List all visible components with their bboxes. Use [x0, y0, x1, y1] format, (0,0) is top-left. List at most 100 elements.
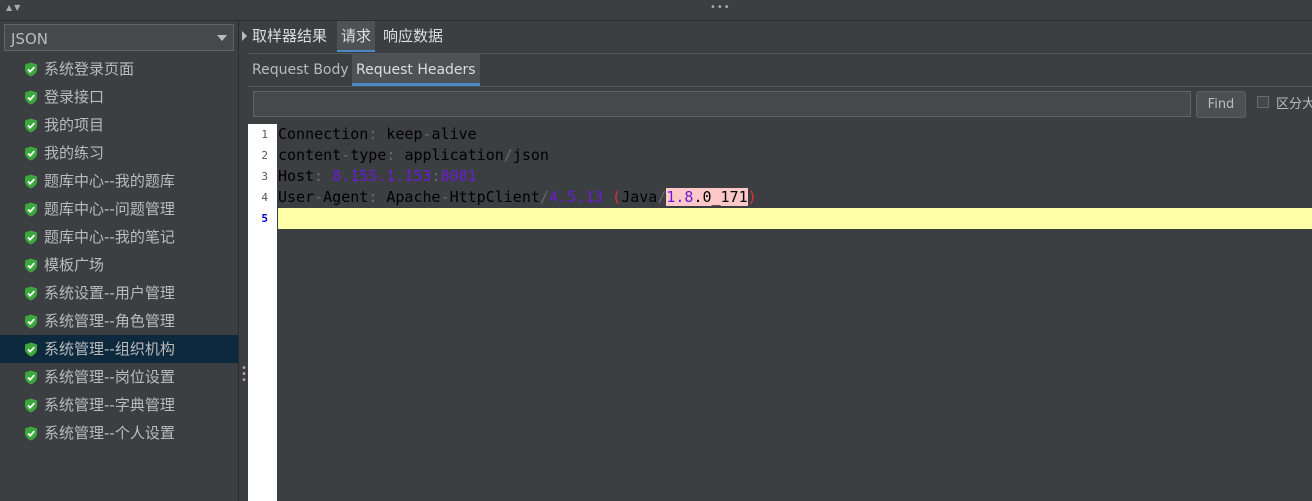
token: Host [278, 167, 315, 185]
tree-item[interactable]: 登录接口 [0, 83, 238, 111]
line-number: 4 [261, 191, 268, 204]
tree-item[interactable]: 系统设置--用户管理 [0, 279, 238, 307]
success-shield-icon [25, 370, 37, 385]
vertical-splitter-grip-icon[interactable]: • • • [241, 364, 247, 386]
token: json [512, 146, 549, 164]
right-panel: 取样器结果 请求 响应数据 Request Body Request Heade… [248, 21, 1312, 501]
tab-response-data[interactable]: 响应数据 [379, 21, 447, 52]
expand-arrow-icon[interactable] [242, 31, 247, 41]
tree-item[interactable]: 系统管理--个人设置 [0, 419, 238, 447]
success-shield-icon [25, 230, 37, 245]
token: : [314, 167, 333, 185]
success-shield-icon [25, 258, 37, 273]
token: / [503, 146, 513, 164]
left-panel: JSON 系统登录页面登录接口 我的项目我的练习题库中心--我的题库题库中心--问… [0, 21, 238, 501]
tree-item-label: 系统管理--个人设置 [44, 424, 175, 442]
tree-item[interactable]: 系统登录页面 [0, 55, 238, 83]
chevron-down-icon[interactable] [217, 35, 227, 41]
tree-item[interactable]: 模板广场 [0, 251, 238, 279]
token: / [539, 188, 549, 206]
tab-sampler-result[interactable]: 取样器结果 [248, 21, 331, 52]
token: - [440, 188, 450, 206]
find-button[interactable]: Find [1196, 91, 1246, 118]
request-subtabs: Request Body Request Headers [248, 54, 1312, 87]
token: Connection [278, 125, 369, 143]
header-line-content-type: content-type: application/json [278, 145, 549, 166]
tree-item-label: 系统登录页面 [44, 60, 135, 78]
success-shield-icon [25, 146, 37, 161]
current-line-highlight [278, 208, 1312, 229]
tree-item-label: 系统管理--岗位设置 [44, 368, 175, 386]
token: : [431, 167, 441, 185]
top-toolbar: ▲▼ ••• [0, 0, 1312, 21]
success-shield-icon [25, 286, 37, 301]
token: Java [621, 188, 658, 206]
success-shield-icon [25, 118, 37, 133]
tree-item[interactable]: 系统管理--组织机构 [0, 335, 238, 363]
tree-item-label: 系统设置--用户管理 [44, 284, 175, 302]
token: ( [612, 188, 622, 206]
tree-item[interactable]: 我的项目 [0, 111, 238, 139]
success-shield-icon [25, 202, 37, 217]
token: - [422, 125, 432, 143]
token: .0_171 [693, 188, 748, 206]
token: / [657, 188, 667, 206]
tab-request[interactable]: 请求 [337, 21, 376, 52]
token: 4.5.13 [548, 188, 604, 206]
tree-item[interactable]: 系统管理--字典管理 [0, 391, 238, 419]
token: Agent [323, 188, 369, 206]
success-shield-icon [25, 398, 37, 413]
result-tabs: 取样器结果 请求 响应数据 [248, 21, 1312, 54]
header-line-user-agent: User-Agent: Apache-HttpClient/4.5.13 (Ja… [278, 187, 757, 208]
case-sensitive-checkbox[interactable] [1257, 96, 1269, 108]
collapse-arrows-icon[interactable]: ▲▼ [6, 3, 22, 12]
line-number: 3 [261, 170, 268, 183]
success-shield-icon [25, 90, 37, 105]
renderer-select-value: JSON [11, 30, 48, 48]
token: Apache [386, 188, 441, 206]
token: content [278, 146, 342, 164]
token: - [314, 188, 324, 206]
token: ) [747, 188, 757, 206]
line-number: 1 [261, 128, 268, 141]
tree-item-label: 模板广场 [44, 256, 105, 274]
headers-editor[interactable]: 1 2 3 4 5 Connection: keep-alive content… [248, 124, 1312, 501]
tree-item[interactable]: 系统管理--角色管理 [0, 307, 238, 335]
tree-item[interactable]: 系统管理--岗位设置 [0, 363, 238, 391]
tree-item-label: 系统管理--角色管理 [44, 312, 175, 330]
tab-request-headers[interactable]: Request Headers [352, 54, 480, 86]
search-input[interactable] [253, 91, 1191, 117]
case-sensitive-label: 区分大 [1276, 97, 1312, 112]
sampler-tree: 系统登录页面登录接口 我的项目我的练习题库中心--我的题库题库中心--问题管理 题库… [0, 55, 238, 447]
tree-item[interactable]: 题库中心--问题管理 [0, 195, 238, 223]
line-number: 2 [261, 149, 268, 162]
tab-request-body[interactable]: Request Body [248, 54, 353, 86]
success-shield-icon [25, 174, 37, 189]
tree-item-label: 题库中心--我的笔记 [44, 228, 175, 246]
success-shield-icon [25, 62, 37, 77]
tree-item[interactable]: 我的练习 [0, 139, 238, 167]
tree-item-label: 系统管理--组织机构 [44, 340, 175, 358]
current-line-number: 5 [261, 212, 268, 225]
token: HttpClient [449, 188, 540, 206]
horizontal-splitter-grip-icon[interactable]: ••• [710, 3, 731, 13]
success-shield-icon [25, 426, 37, 441]
renderer-select[interactable]: JSON [4, 24, 234, 51]
line-number-gutter: 1 2 3 4 5 [248, 124, 277, 501]
tree-item[interactable]: 题库中心--我的题库 [0, 167, 238, 195]
header-line-host: Host: 8.155.1.153:8081 [278, 166, 477, 187]
token: : [368, 188, 387, 206]
tree-item-label: 题库中心--问题管理 [44, 200, 175, 218]
tree-item[interactable]: 题库中心--我的笔记 [0, 223, 238, 251]
success-shield-icon [25, 342, 37, 357]
token: 1.8 [666, 188, 694, 206]
token: type [350, 146, 387, 164]
token: - [341, 146, 351, 164]
token: 8081 [440, 167, 477, 185]
header-line-connection: Connection: keep-alive [278, 124, 477, 145]
token: : [386, 146, 405, 164]
token: alive [431, 125, 477, 143]
tree-item-label: 系统管理--字典管理 [44, 396, 175, 414]
tree-item-label: 我的练习 [44, 144, 105, 162]
